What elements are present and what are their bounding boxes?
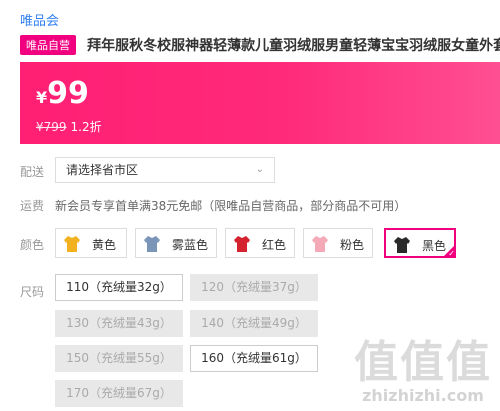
color-option-pink[interactable]: 粉色 [303, 228, 373, 258]
color-option-black[interactable]: 黑色 ✓ [384, 228, 456, 258]
current-price-value: 99 [47, 76, 89, 111]
jacket-thumbnail-icon [312, 236, 328, 252]
selected-check-icon: ✓ [442, 244, 456, 258]
size-option-130: 130（充绒量43g） [55, 310, 183, 337]
color-label: 颜色 [20, 238, 45, 252]
color-option-label: 粉色 [340, 238, 365, 252]
original-price: ¥799 [36, 120, 67, 134]
brand-name[interactable]: 唯品会 [20, 10, 59, 29]
jacket-thumbnail-icon [144, 236, 160, 252]
watermark-logo: 值值值 [354, 337, 492, 388]
discount-rate: 1.2折 [70, 120, 102, 134]
product-title: 拜年服秋冬校服神器轻薄款儿童羽绒服男童轻薄宝宝羽绒服女童外套 [87, 37, 500, 54]
size-option-160[interactable]: 160（充绒量61g） [190, 345, 318, 372]
color-option-label: 红色 [262, 238, 287, 252]
price-details: ¥799 1.2折 [36, 118, 102, 135]
chevron-down-icon: ⌄ [255, 164, 264, 175]
region-select[interactable]: 请选择省市区 ⌄ [55, 157, 275, 183]
current-price: ¥99 [36, 76, 89, 111]
delivery-label: 配送 [20, 165, 45, 179]
watermark: 值值值 zhizhizhi.com [354, 337, 492, 406]
watermark-domain: zhizhizhi.com [362, 386, 484, 405]
color-option-mist-blue[interactable]: 雾蓝色 [135, 228, 217, 258]
size-label: 尺码 [20, 285, 45, 299]
jacket-thumbnail-icon [394, 237, 410, 253]
region-select-value: 请选择省市区 [66, 163, 139, 177]
currency-symbol: ¥ [36, 88, 48, 107]
size-option-170: 170（充绒量67g） [55, 380, 183, 407]
size-option-150: 150（充绒量55g） [55, 345, 183, 372]
jacket-thumbnail-icon [234, 236, 250, 252]
color-option-label: 黄色 [92, 238, 117, 252]
size-option-110[interactable]: 110（充绒量32g） [55, 274, 183, 301]
price-banner: ¥99 ¥799 1.2折 [20, 62, 500, 144]
product-title-row: 唯品自营 拜年服秋冬校服神器轻薄款儿童羽绒服男童轻薄宝宝羽绒服女童外套 [20, 34, 500, 56]
jacket-thumbnail-icon [64, 236, 80, 252]
size-option-140: 140（充绒量49g） [190, 310, 318, 337]
shipping-info: 新会员专享首单满38元免邮（限唯品自营商品，部分商品不可用） [55, 199, 407, 213]
color-option-red[interactable]: 红色 [225, 228, 295, 258]
color-option-label: 雾蓝色 [172, 238, 209, 252]
size-option-120: 120（充绒量37g） [190, 274, 318, 301]
color-option-yellow[interactable]: 黄色 [55, 228, 127, 258]
shipping-label: 运费 [20, 199, 45, 213]
self-operated-badge: 唯品自营 [20, 34, 76, 55]
